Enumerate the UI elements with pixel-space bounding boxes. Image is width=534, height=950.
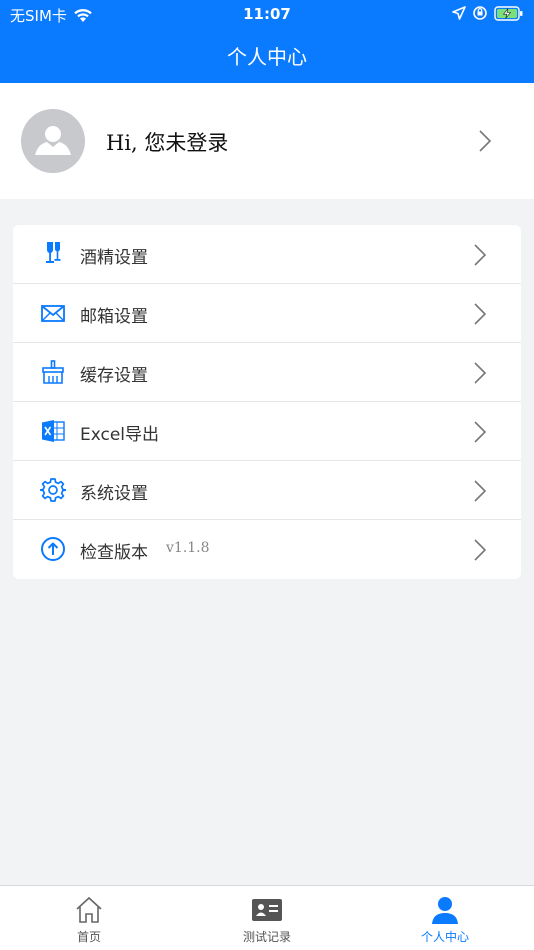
id-card-icon <box>252 899 282 921</box>
wine-glass-icon <box>46 242 61 263</box>
menu-item-excel-export[interactable]: Excel导出 <box>13 402 521 461</box>
status-icons <box>452 5 524 21</box>
menu-item-cache-settings[interactable]: 缓存设置 <box>13 343 521 402</box>
orientation-lock-icon <box>473 6 487 20</box>
menu-item-label: 系统设置 <box>80 484 148 504</box>
menu-item-system-settings[interactable]: 系统设置 <box>13 461 521 520</box>
page-title: 个人中心 <box>227 45 307 69</box>
upload-circle-icon <box>41 537 65 561</box>
tab-bar: 首页 测试记录 个人中心 <box>0 885 534 950</box>
excel-icon <box>42 420 65 442</box>
menu-item-mail-settings[interactable]: 邮箱设置 <box>13 284 521 343</box>
chevron-right-icon <box>479 130 492 152</box>
chevron-right-icon <box>474 421 487 443</box>
menu-item-check-version[interactable]: 检查版本 v1.1.8 <box>13 520 521 579</box>
login-greeting: Hi, 您未登录 <box>106 131 229 155</box>
person-icon <box>432 897 458 924</box>
tab-label: 首页 <box>76 930 101 944</box>
mail-icon <box>41 305 65 322</box>
profile-card[interactable]: Hi, 您未登录 <box>0 83 534 199</box>
chevron-right-icon <box>474 244 487 266</box>
tab-label: 个人中心 <box>420 930 469 944</box>
tab-label: 测试记录 <box>242 930 291 944</box>
chevron-right-icon <box>474 303 487 325</box>
tab-home[interactable]: 首页 <box>0 886 178 950</box>
chevron-right-icon <box>474 362 487 384</box>
gear-icon <box>40 478 66 502</box>
chevron-right-icon <box>474 480 487 502</box>
version-text: v1.1.8 <box>166 540 210 556</box>
location-arrow-icon <box>452 6 466 20</box>
tab-profile[interactable]: 个人中心 <box>356 886 534 950</box>
top-bar: 无SIM卡 11:07 个人中心 <box>0 0 534 83</box>
menu-item-label: 缓存设置 <box>80 366 148 386</box>
menu-item-label: 酒精设置 <box>80 248 148 268</box>
menu-item-label: 邮箱设置 <box>80 307 148 327</box>
home-icon <box>76 896 102 923</box>
menu-item-label: 检查版本 <box>80 543 148 563</box>
broom-icon <box>42 360 64 384</box>
avatar-person-icon <box>35 126 71 155</box>
tab-test-records[interactable]: 测试记录 <box>178 886 356 950</box>
chevron-right-icon <box>474 539 487 561</box>
menu-item-label: Excel导出 <box>80 425 160 445</box>
settings-menu: 酒精设置 邮箱设置 缓存设置 Excel导出 系统设置 检查版本 v1.1.8 <box>13 225 521 579</box>
menu-item-alcohol-settings[interactable]: 酒精设置 <box>13 225 521 284</box>
status-bar: 无SIM卡 11:07 <box>0 0 534 28</box>
battery-charging-icon <box>494 5 523 21</box>
avatar <box>21 109 85 173</box>
